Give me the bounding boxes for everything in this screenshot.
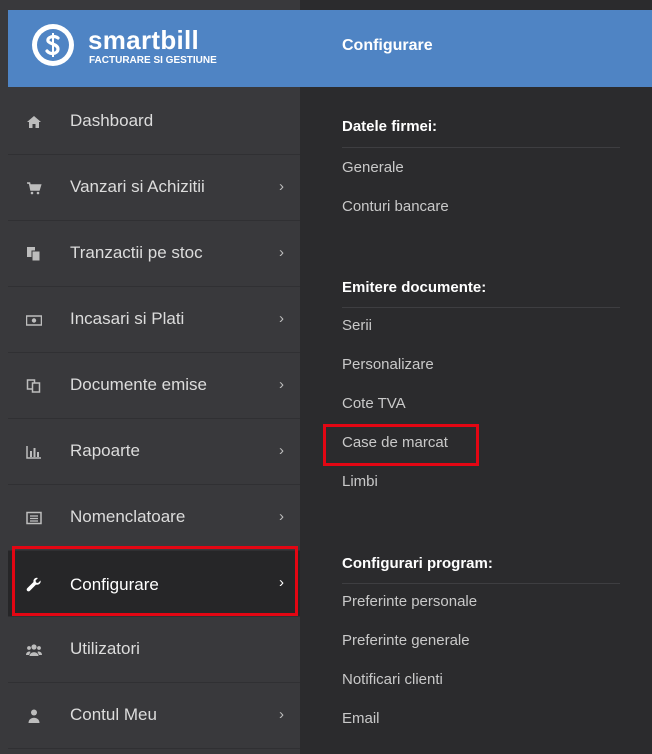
sidebar-item-utilizatori[interactable]: Utilizatori (8, 617, 300, 683)
users-icon (26, 643, 42, 657)
sidebar-item-label: Dashboard (70, 111, 154, 130)
chevron-right-icon: › (279, 244, 284, 261)
brand-tagline: FACTURARE SI GESTIUNE (89, 55, 217, 66)
section-title-emitere-documente: Emitere documente: (342, 279, 487, 296)
link-notificari-clienti[interactable]: Notificari clienti (342, 671, 443, 688)
chevron-right-icon: › (279, 442, 284, 459)
sidebar-item-label: Vanzari si Achizitii (70, 177, 205, 196)
sidebar-item-rapoarte[interactable]: Rapoarte › (8, 419, 300, 485)
section-title-datele-firmei: Datele firmei: (342, 118, 438, 135)
section-divider (342, 147, 620, 148)
money-icon (25, 313, 43, 327)
link-serii[interactable]: Serii (342, 317, 372, 334)
section-title-configurari-program: Configurari program: (342, 555, 493, 572)
section-divider (342, 583, 620, 584)
sidebar-item-label: Tranzactii pe stoc (70, 243, 203, 262)
chevron-right-icon: › (279, 508, 284, 525)
link-personalizare[interactable]: Personalizare (342, 356, 434, 373)
sidebar-item-vanzari[interactable]: Vanzari si Achizitii › (8, 155, 300, 221)
cart-icon (26, 181, 42, 195)
sidebar-item-nomenclatoare[interactable]: Nomenclatoare › (8, 485, 300, 551)
sidebar: smartbill FACTURARE SI GESTIUNE Dashboar… (0, 0, 300, 754)
sidebar-item-label: Nomenclatoare (70, 507, 186, 526)
chevron-right-icon: › (279, 376, 284, 393)
chevron-right-icon: › (279, 706, 284, 723)
sidebar-item-dashboard[interactable]: Dashboard (8, 89, 300, 155)
home-icon (26, 115, 42, 129)
link-preferinte-generale[interactable]: Preferinte generale (342, 632, 470, 649)
sidebar-item-label: Rapoarte (70, 441, 140, 460)
link-email[interactable]: Email (342, 710, 380, 727)
submenu-panel: Configurare Datele firmei: Generale Cont… (300, 0, 652, 754)
sidebar-item-documente[interactable]: Documente emise › (8, 353, 300, 419)
sidebar-item-incasari[interactable]: Incasari si Plati › (8, 287, 300, 353)
panel-title: Configurare (342, 37, 433, 54)
copy-icon (26, 247, 42, 262)
sidebar-item-label: Documente emise (70, 375, 208, 394)
chevron-right-icon: › (279, 310, 284, 327)
link-conturi-bancare[interactable]: Conturi bancare (342, 198, 449, 215)
sidebar-item-label: Utilizatori (70, 639, 140, 658)
link-cote-tva[interactable]: Cote TVA (342, 395, 406, 412)
app: smartbill FACTURARE SI GESTIUNE Dashboar… (0, 0, 652, 754)
sidebar-item-label: Contul Meu (70, 705, 157, 724)
list-icon (26, 511, 42, 525)
sidebar-nav: Dashboard Vanzari si Achizitii › Tranzac… (8, 89, 300, 749)
highlight-box-case-de-marcat (323, 424, 479, 466)
sidebar-item-label: Incasari si Plati (70, 309, 185, 328)
link-limbi[interactable]: Limbi (342, 473, 378, 490)
logo[interactable]: smartbill FACTURARE SI GESTIUNE (8, 10, 300, 87)
documents-icon (26, 379, 42, 393)
highlight-box-configurare (12, 546, 298, 616)
section-divider (342, 307, 620, 308)
brand-name: smartbill (88, 25, 200, 55)
link-generale[interactable]: Generale (342, 159, 404, 176)
panel-header: Configurare (300, 10, 652, 87)
user-icon (26, 709, 42, 723)
smartbill-logo-icon (32, 24, 74, 66)
chevron-right-icon: › (279, 178, 284, 195)
link-preferinte-personale[interactable]: Preferinte personale (342, 593, 477, 610)
bar-chart-icon (26, 445, 42, 459)
sidebar-item-contul-meu[interactable]: Contul Meu › (8, 683, 300, 749)
sidebar-item-tranzactii[interactable]: Tranzactii pe stoc › (8, 221, 300, 287)
